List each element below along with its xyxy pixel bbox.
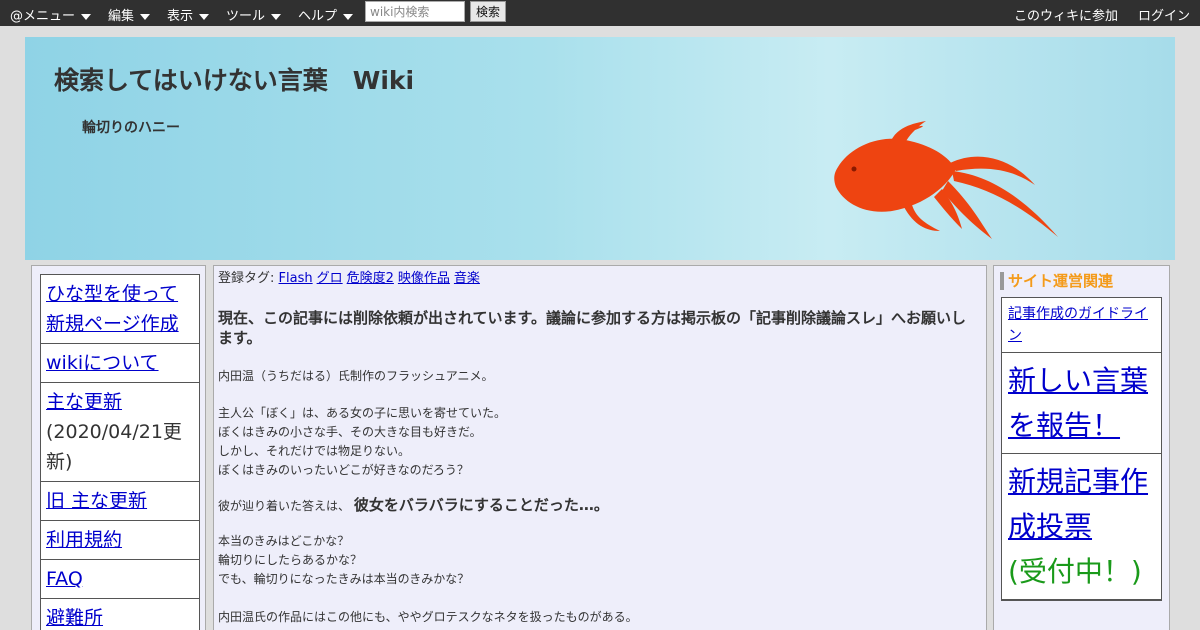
tag-link-flash[interactable]: Flash bbox=[279, 271, 313, 286]
deletion-notice: 現在、この記事には削除依頼が出されています。議論に参加する方は掲示板の「記事削除… bbox=[218, 309, 967, 347]
answer-paragraph: 彼が辿り着いた答えは、 彼女をバラバラにすることだった…。 bbox=[218, 496, 982, 516]
goldfish-image bbox=[834, 121, 1058, 239]
list-item: 新規記事作成投票 (受付中！) bbox=[1002, 454, 1161, 600]
story-line: ぼくはきみの小さな手、その大きな目も好きだ。 bbox=[218, 425, 482, 439]
search-button[interactable]: 検索 bbox=[470, 1, 506, 22]
login-link[interactable]: ログイン bbox=[1138, 5, 1190, 24]
chevron-down-icon bbox=[81, 13, 92, 20]
terms-link[interactable]: 利用規約 bbox=[46, 529, 122, 551]
story-line: しかし、それだけでは物足りない。 bbox=[218, 444, 411, 458]
main-content: 登録タグ: Flash グロ 危険度2 映像作品 音楽 現在、この記事には削除依頼が出さ… bbox=[213, 265, 987, 630]
guideline-link[interactable]: 記事作成のガイドライン bbox=[1008, 306, 1148, 344]
tools-menu[interactable]: ツール bbox=[226, 5, 282, 24]
answer-emphasis: 彼女をバラバラにすることだった…。 bbox=[353, 496, 609, 514]
list-item: 利用規約 bbox=[41, 521, 199, 560]
atwiki-menu[interactable]: @メニュー bbox=[10, 5, 92, 24]
top-menu-bar: @メニュー 編集 表示 ツール ヘルプ 検索 このウィキに参加 ログイン bbox=[0, 0, 1200, 26]
list-item: 旧 主な更新 bbox=[41, 482, 199, 521]
question-line: 輪切りにしたらあるかな？ bbox=[218, 553, 363, 567]
tag-link-music[interactable]: 音楽 bbox=[454, 271, 480, 286]
main-updates-link[interactable]: 主な更新 bbox=[46, 391, 122, 413]
right-sidebar: サイト運営関連 記事作成のガイドライン 新しい言葉を報告！ 新規記事作成投票 (受… bbox=[993, 265, 1170, 630]
list-item: FAQ bbox=[41, 560, 199, 599]
tools-menu-label: ツール bbox=[226, 9, 266, 24]
intro-paragraph: 内田温（うちだはる）氏制作のフラッシュアニメ。 bbox=[218, 369, 494, 383]
about-wiki-link[interactable]: wikiについて bbox=[46, 352, 159, 374]
tag-link-video[interactable]: 映像作品 bbox=[398, 271, 450, 286]
left-menu: ひな型を使って新規ページ作成 wikiについて 主な更新 (2020/04/21更… bbox=[40, 274, 200, 630]
story-line: 主人公「ぼく」は、ある女の子に思いを寄せていた。 bbox=[218, 406, 507, 420]
vote-status: (受付中！) bbox=[1008, 555, 1142, 588]
question-line: でも、輪切りになったきみは本当のきみかな？ bbox=[218, 572, 470, 586]
list-item: wikiについて bbox=[41, 344, 199, 383]
tags-label: 登録タグ: bbox=[218, 271, 275, 286]
new-article-vote-link[interactable]: 新規記事作成投票 bbox=[1008, 465, 1148, 543]
question-paragraph: 本当のきみはどこかな？ 輪切りにしたらあるかな？ でも、輪切りになったきみは本当… bbox=[218, 532, 982, 589]
question-line: 本当のきみはどこかな？ bbox=[218, 534, 350, 548]
help-menu-label: ヘルプ bbox=[298, 9, 338, 24]
refuge-link[interactable]: 避難所 bbox=[46, 607, 103, 629]
chevron-down-icon bbox=[343, 13, 354, 20]
story-line: ぼくはきみのいったいどこが好きなのだろう？ bbox=[218, 463, 469, 477]
tag-link-danger-level[interactable]: 危険度2 bbox=[347, 271, 394, 286]
old-updates-link[interactable]: 旧 主な更新 bbox=[46, 490, 147, 512]
site-operations-heading: サイト運営関連 bbox=[1000, 272, 1164, 290]
answer-prefix: 彼が辿り着いた答えは、 bbox=[218, 499, 351, 513]
edit-menu-label: 編集 bbox=[108, 9, 135, 24]
view-menu[interactable]: 表示 bbox=[167, 5, 210, 24]
wiki-search-input[interactable] bbox=[365, 1, 465, 22]
story-paragraph: 主人公「ぼく」は、ある女の子に思いを寄せていた。 ぼくはきみの小さな手、その大き… bbox=[218, 404, 982, 480]
faq-link[interactable]: FAQ bbox=[46, 568, 83, 590]
chevron-down-icon bbox=[199, 13, 210, 20]
tag-list: 登録タグ: Flash グロ 危険度2 映像作品 音楽 bbox=[218, 270, 982, 288]
report-new-word-link[interactable]: 新しい言葉を報告！ bbox=[1008, 364, 1148, 442]
page-title: 輪切りのハニー bbox=[82, 120, 180, 136]
list-item: 避難所 bbox=[41, 599, 199, 630]
list-item: 主な更新 (2020/04/21更新) bbox=[41, 383, 199, 482]
chevron-down-icon bbox=[140, 13, 151, 20]
header-banner: 検索してはいけない言葉 Wiki 輪切りのハニー bbox=[25, 37, 1175, 260]
list-item: ひな型を使って新規ページ作成 bbox=[41, 275, 199, 344]
edit-menu[interactable]: 編集 bbox=[108, 5, 151, 24]
other-works-paragraph: 内田温氏の作品にはこの他にも、ややグロテスクなネタを扱ったものがある。 bbox=[218, 610, 638, 624]
list-item: 記事作成のガイドライン bbox=[1002, 298, 1161, 353]
tag-link-gore[interactable]: グロ bbox=[317, 271, 343, 286]
list-item: 新しい言葉を報告！ bbox=[1002, 353, 1161, 454]
chevron-down-icon bbox=[271, 13, 282, 20]
new-page-from-template-link[interactable]: ひな型を使って新規ページ作成 bbox=[46, 283, 179, 335]
atwiki-menu-label: @メニュー bbox=[10, 9, 76, 24]
left-sidebar: ひな型を使って新規ページ作成 wikiについて 主な更新 (2020/04/21更… bbox=[31, 265, 206, 630]
right-menu: 記事作成のガイドライン 新しい言葉を報告！ 新規記事作成投票 (受付中！) bbox=[1001, 297, 1162, 601]
update-date-note: (2020/04/21更新) bbox=[46, 421, 182, 473]
view-menu-label: 表示 bbox=[167, 9, 194, 24]
site-title[interactable]: 検索してはいけない言葉 Wiki bbox=[54, 61, 414, 97]
help-menu[interactable]: ヘルプ bbox=[298, 5, 354, 24]
join-wiki-link[interactable]: このウィキに参加 bbox=[1014, 5, 1118, 24]
